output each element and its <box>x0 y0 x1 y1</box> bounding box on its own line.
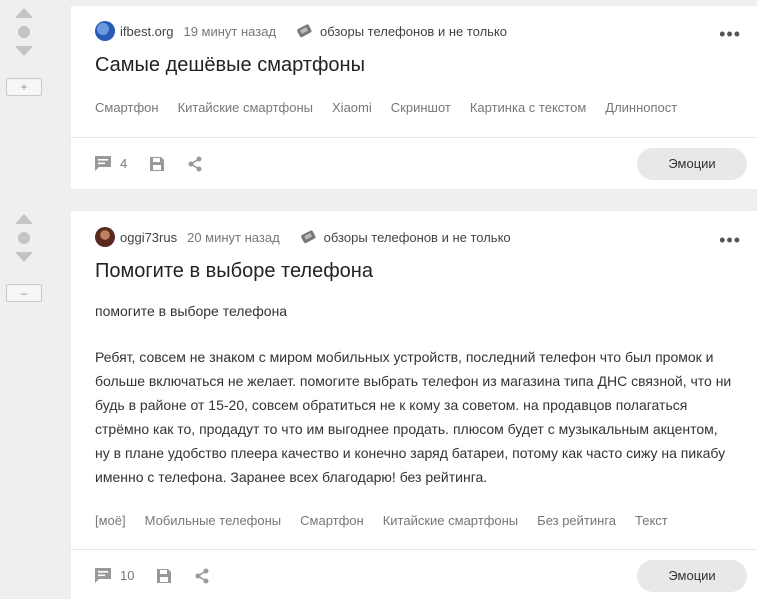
story-card: ifbest.org 19 минут назад обзоры телефон… <box>71 6 757 189</box>
expand-toggle-button[interactable]: + <box>6 78 42 96</box>
author-link[interactable]: ifbest.org <box>120 24 173 39</box>
save-icon <box>157 568 172 583</box>
tag[interactable]: Смартфон <box>95 100 159 115</box>
story-card: oggi73rus 20 минут назад обзоры телефоно… <box>71 211 757 599</box>
body-line: стрёмно как то, продадут то что им выгод… <box>95 421 718 437</box>
downvote-icon[interactable] <box>15 252 33 262</box>
tag[interactable]: Длиннопост <box>605 100 677 115</box>
comment-count: 4 <box>120 156 128 171</box>
tag[interactable]: Скриншот <box>391 100 451 115</box>
tag[interactable]: Без рейтинга <box>537 513 616 528</box>
share-button[interactable] <box>187 156 203 172</box>
avatar[interactable] <box>95 21 115 41</box>
tag[interactable]: [моё] <box>95 513 126 528</box>
community-icon[interactable] <box>300 230 318 244</box>
avatar[interactable] <box>95 227 115 247</box>
story-body: Ребят, совсем не знаком с миром мобильны… <box>95 345 735 489</box>
comment-count: 10 <box>120 568 135 583</box>
body-line: больше включаться не желает. помогите вы… <box>95 373 732 389</box>
tag[interactable]: Мобильные телефоны <box>145 513 282 528</box>
story-meta: ifbest.org 19 минут назад обзоры телефон… <box>95 21 507 41</box>
story-title[interactable]: Самые дешёвые смартфоны <box>95 54 365 77</box>
emotions-button[interactable]: Эмоции <box>637 147 747 180</box>
rating-rail: – <box>0 214 48 302</box>
story-meta: oggi73rus 20 минут назад обзоры телефоно… <box>95 227 511 247</box>
community-link[interactable]: обзоры телефонов и не только <box>320 24 507 39</box>
tag-list: Смартфон Китайские смартфоны Xiaomi Скри… <box>95 100 696 115</box>
community-link[interactable]: обзоры телефонов и не только <box>324 230 511 245</box>
rating-rail: + <box>0 8 48 96</box>
tag[interactable]: Картинка с текстом <box>470 100 586 115</box>
save-icon <box>150 156 165 171</box>
downvote-icon[interactable] <box>15 46 33 56</box>
save-button[interactable] <box>156 568 172 584</box>
share-icon <box>195 568 209 583</box>
tag[interactable]: Китайские смартфоны <box>383 513 518 528</box>
author-link[interactable]: oggi73rus <box>120 230 177 245</box>
tag[interactable]: Китайские смартфоны <box>178 100 313 115</box>
upvote-icon[interactable] <box>15 214 33 224</box>
share-button[interactable] <box>194 568 210 584</box>
story-footer: 10 Эмоции <box>71 549 757 599</box>
story-subtitle: помогите в выборе телефона <box>95 303 288 319</box>
collapse-toggle-button[interactable]: – <box>6 284 42 302</box>
tag[interactable]: Смартфон <box>300 513 364 528</box>
upvote-icon[interactable] <box>15 8 33 18</box>
story-title[interactable]: Помогите в выборе телефона <box>95 260 373 283</box>
body-line: ну в плане удобство плеера качество и ко… <box>95 445 726 461</box>
post-time: 20 минут назад <box>187 229 280 245</box>
community-icon[interactable] <box>296 24 314 38</box>
story-footer: 4 Эмоции <box>71 137 757 189</box>
body-line: именно с телефона. Заранее всех благодар… <box>95 469 488 485</box>
body-line: Ребят, совсем не знаком с миром мобильны… <box>95 349 714 365</box>
post-time: 19 минут назад <box>183 23 277 39</box>
emotions-button[interactable]: Эмоции <box>637 559 747 592</box>
tag[interactable]: Текст <box>635 513 668 528</box>
more-options-icon[interactable]: ••• <box>719 24 741 45</box>
tag-list: [моё] Мобильные телефоны Смартфон Китайс… <box>95 513 687 528</box>
comment-icon <box>95 156 111 171</box>
rating-dot <box>18 26 30 38</box>
save-button[interactable] <box>149 156 165 172</box>
rating-dot <box>18 232 30 244</box>
tag[interactable]: Xiaomi <box>332 100 372 115</box>
more-options-icon[interactable]: ••• <box>719 230 741 251</box>
comments-button[interactable]: 4 <box>94 155 127 172</box>
share-icon <box>188 156 202 171</box>
comment-icon <box>95 568 111 583</box>
comments-button[interactable]: 10 <box>94 567 134 584</box>
body-line: будь в районе от 15-20, совсем обратитьс… <box>95 397 688 413</box>
